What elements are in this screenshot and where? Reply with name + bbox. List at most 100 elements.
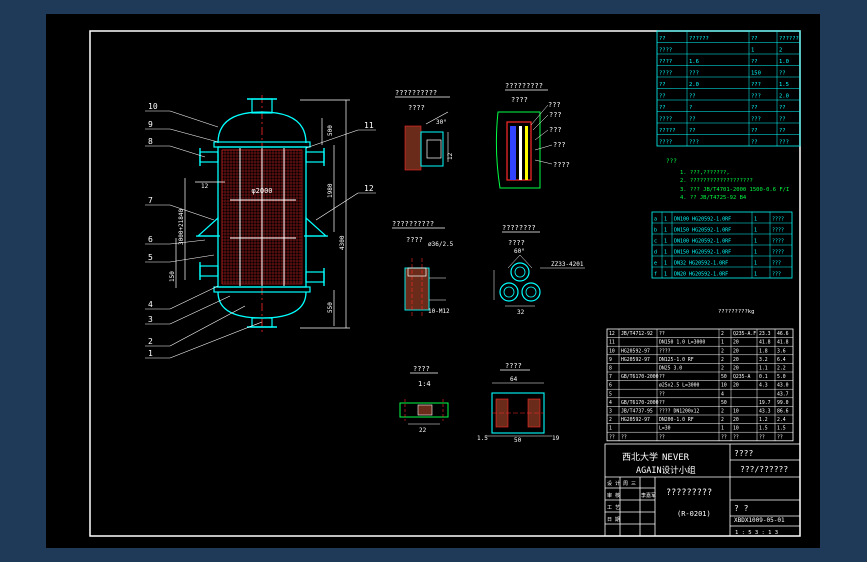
balloon-9: 9: [148, 120, 153, 129]
design-data-cell: ??: [659, 36, 666, 42]
detail-4[interactable]: ???????? ???? 60° ZZ33-4201 32: [493, 224, 585, 316]
design-data-cell: ????: [659, 117, 672, 123]
part-cell: 1: [721, 426, 724, 432]
part-cell: 20: [733, 417, 739, 423]
part-cell: 12: [609, 331, 615, 337]
detail6-dim-19: 19: [552, 435, 560, 442]
design-data-cell: ??: [751, 128, 758, 134]
part-cell: ??: [659, 374, 665, 380]
part-cell: 2.2: [777, 366, 786, 372]
part-cell: Q235-A.F: [733, 331, 756, 337]
part-cell: 10: [721, 383, 727, 389]
part-cell: 99.0: [777, 400, 789, 406]
design-data-cell: ??: [659, 94, 666, 100]
part-cell: ø25x2.5 L=3000: [659, 383, 700, 389]
note-2: 2. ???????????????????: [680, 178, 753, 184]
part-cell: 50: [721, 400, 727, 406]
part-cell: 1: [721, 340, 724, 346]
title-row-process: 工 艺: [607, 505, 620, 511]
detail3-dim-bolts: 10-M12: [428, 308, 450, 315]
detail-3[interactable]: ?????????? ???? ø36/2.5 10-M12: [392, 220, 454, 318]
part-cell: 20: [733, 357, 739, 363]
detail6-dim-50: 50: [514, 437, 522, 444]
nozzle-cell: DN32 HG20592-1.0RF: [674, 261, 728, 267]
balloon-2: 2: [148, 337, 153, 346]
title-row-date: 日 期: [607, 517, 620, 523]
detail2-leader-5: ????: [553, 161, 570, 169]
title-school: 西北大学: [622, 451, 658, 463]
design-data-cell: ?????: [659, 128, 676, 134]
detail-6[interactable]: ???? 64 1.5 50 19: [477, 362, 560, 444]
part-cell: 20: [733, 383, 739, 389]
detail3-sub: ????: [406, 236, 423, 244]
cad-drawing-canvas[interactable]: φ2000 500 1980 4300 550 3000+21840 150 1…: [46, 14, 820, 548]
nozzle-cell: c: [654, 239, 657, 245]
part-cell: HG20592-97: [621, 348, 650, 354]
drawing-sheet[interactable]: φ2000 500 1980 4300 550 3000+21840 150 1…: [46, 14, 820, 548]
design-data-cell: ???: [751, 82, 761, 88]
design-data-cell: 1.6: [689, 59, 699, 65]
part-cell: 41.8: [759, 340, 771, 346]
part-cell: 86.6: [777, 409, 789, 415]
parts-list-table[interactable]: 12 JB/T4712-92?? 2 Q235-A.F 23.3 46.611 DN150 …: [606, 328, 794, 442]
design-data-table[interactable]: ???????????????????? 1 2???? 1.6?? 1.0??????…: [656, 30, 801, 147]
design-data-cell: ??: [751, 140, 758, 146]
part-cell: DN25 3.0: [659, 366, 682, 372]
design-data-cell: ?: [689, 105, 692, 111]
vessel-main-view[interactable]: φ2000: [196, 95, 328, 335]
part-cell: 46.6: [777, 331, 789, 337]
mass-note: ?????????kg: [718, 309, 754, 315]
part-cell: ??: [659, 331, 665, 337]
part-cell: 43.0: [777, 383, 789, 389]
part-cell: 1.8: [759, 348, 768, 354]
nozzle-cell: d: [654, 250, 657, 256]
detail-5[interactable]: ???? 1:4 22: [399, 365, 449, 434]
part-cell: 19.7: [759, 400, 771, 406]
detail5-dim: 22: [419, 427, 427, 434]
nozzle-table[interactable]: a 1 DN100 HG20592-1.0RF 1 ???? b 1 DN150 HG2059…: [651, 211, 793, 279]
part-cell: JB/T4737-95: [621, 409, 653, 415]
vessel-center-label: φ2000: [251, 187, 272, 195]
title-row-checker: 审 核: [607, 492, 620, 499]
sheet-border: [89, 30, 801, 537]
detail4-dim-32: 32: [517, 309, 525, 316]
dim-3000: 3000+21840: [178, 208, 185, 245]
design-data-cell: 1.0: [779, 59, 789, 65]
part-cell: 6.4: [777, 357, 786, 363]
nozzle-cell: ???: [772, 261, 781, 267]
part-cell: 11: [609, 340, 615, 346]
detail5-title: ????: [413, 365, 430, 373]
nozzle-cell: 1: [754, 261, 757, 267]
part-cell: 5.0: [777, 374, 786, 380]
design-data-cell: ????: [659, 59, 672, 65]
balloon-10: 10: [148, 102, 158, 111]
detail2-leader-4: ???: [553, 141, 566, 149]
balloon-12: 12: [364, 184, 374, 193]
detail-2[interactable]: ????????? ???? ??? ??? ??? ??? ????: [495, 82, 570, 189]
design-data-cell: ??: [659, 105, 666, 111]
detail2-leader-1: ???: [548, 101, 561, 109]
part-cell: 10: [733, 426, 739, 432]
design-data-cell: ????: [659, 140, 672, 146]
part-cell: ??: [777, 434, 783, 440]
part-cell: DN150 1.0 L=3000: [659, 340, 705, 346]
nozzle-cell: ????: [772, 250, 784, 256]
nozzle-cell: DN100 HG20592-1.0RF: [674, 217, 731, 223]
part-cell: 4: [609, 400, 612, 406]
part-cell: 10: [733, 409, 739, 415]
part-cell: 2: [721, 348, 724, 354]
nozzle-cell: 1: [664, 228, 667, 234]
detail6-title: ????: [505, 362, 522, 370]
part-cell: 4.3: [759, 383, 768, 389]
title-right-1: ????: [734, 449, 753, 458]
part-cell: 5: [609, 391, 612, 397]
part-cell: GB/T6170-2000: [621, 374, 659, 380]
nozzle-cell: 1: [754, 217, 757, 223]
detail6-dim-15: 1.5: [477, 435, 488, 442]
nozzle-cell: DN150 HG20592-1.0RF: [674, 250, 731, 256]
part-cell: 2: [609, 417, 612, 423]
nozzle-cell: f: [654, 272, 657, 278]
detail-1[interactable]: ?????????? ???? 30° 12: [395, 89, 454, 171]
design-data-cell: ??: [751, 105, 758, 111]
detail5-scale: 1:4: [418, 380, 431, 388]
